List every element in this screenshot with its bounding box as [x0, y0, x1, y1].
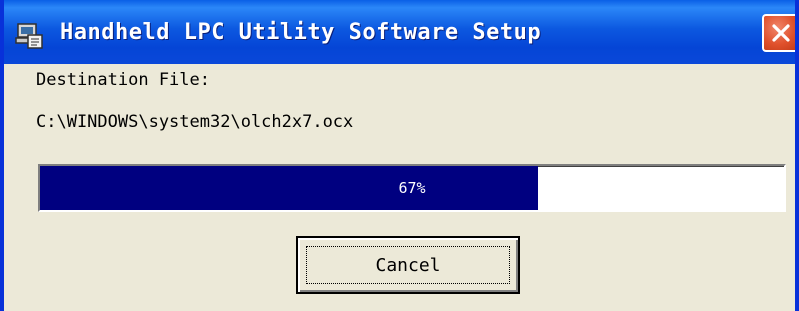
close-icon [772, 24, 790, 42]
cancel-button[interactable]: Cancel [296, 236, 520, 294]
cancel-button-label: Cancel [375, 254, 441, 276]
progress-bar: 67% [38, 164, 786, 212]
title-bar[interactable]: Handheld LPC Utility Software Setup [4, 0, 795, 64]
setup-dialog-window: Handheld LPC Utility Software Setup Dest… [0, 0, 799, 311]
close-button[interactable] [762, 14, 795, 52]
destination-file-label: Destination File: [36, 70, 210, 90]
setup-computer-icon [14, 22, 46, 50]
window-title: Handheld LPC Utility Software Setup [60, 20, 542, 45]
progress-percent-label: 67% [398, 179, 426, 197]
destination-file-path: C:\WINDOWS\system32\olch2x7.ocx [36, 112, 354, 132]
